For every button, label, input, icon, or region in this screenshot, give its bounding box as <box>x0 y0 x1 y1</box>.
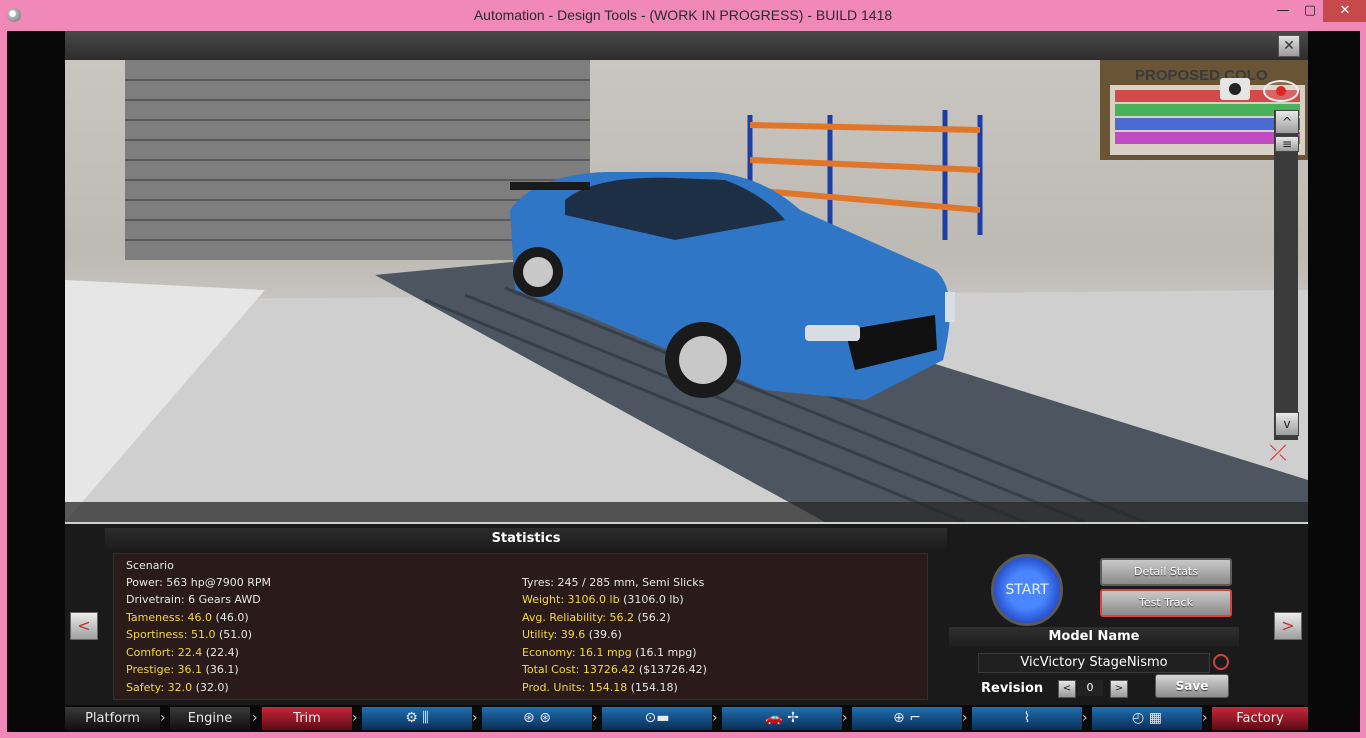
eye-icon[interactable] <box>1263 80 1299 102</box>
revision-value: 0 <box>1077 680 1103 696</box>
reset-name-icon[interactable] <box>1213 654 1229 670</box>
chevron-right-icon: › <box>712 710 718 726</box>
statistics-box: Scenario Power: 563 hp@7900 RPM Drivetra… <box>113 553 928 700</box>
stat-utility: Utility: 39.6 (39.6) <box>522 628 622 641</box>
chevron-right-icon: › <box>592 710 598 726</box>
chevron-right-icon: › <box>962 710 968 726</box>
tab-trim[interactable]: Trim <box>262 707 352 730</box>
stat-total-cost: Total Cost: 13726.42 ($13726.42) <box>522 663 707 676</box>
viewport-bottom-bar <box>65 502 1308 522</box>
save-button[interactable]: Save <box>1155 674 1229 698</box>
rotate-disabled-icon[interactable]: ⤫ <box>1262 442 1294 466</box>
stat-weight: Weight: 3106.0 lb (3106.0 lb) <box>522 593 684 606</box>
camera-icon[interactable] <box>1220 78 1250 100</box>
chevron-right-icon: › <box>352 710 358 726</box>
design-nav-bar: Platform › Engine › Trim › ⚙ ⫼ › ⊛ ⊛ › ⊙… <box>65 705 1308 732</box>
stat-tameness: Tameness: 46.0 (46.0) <box>126 611 249 624</box>
scroll-thumb[interactable]: ≡ <box>1275 136 1299 152</box>
top-strip: ✕ <box>65 31 1308 60</box>
tab-engine[interactable]: Engine <box>170 707 250 730</box>
chevron-right-icon: › <box>842 710 848 726</box>
close-window-button[interactable]: ✕ <box>1323 0 1366 22</box>
window-titlebar: Automation - Design Tools - (WORK IN PRO… <box>0 0 1366 31</box>
stat-reliability: Avg. Reliability: 56.2 (56.2) <box>522 611 671 624</box>
stat-prestige: Prestige: 36.1 (36.1) <box>126 663 239 676</box>
stat-power: Power: 563 hp@7900 RPM <box>126 576 271 589</box>
tab-body[interactable]: 🚗 ✢ <box>722 707 842 730</box>
app-frame: ✕ PROPOSED COLO ^ ≡ v ⤫ < Statistics Sce… <box>7 31 1360 732</box>
tab-chassis[interactable]: ⊙▬ <box>602 707 712 730</box>
stat-scenario: Scenario <box>126 559 174 572</box>
game-area: ✕ PROPOSED COLO ^ ≡ v ⤫ < Statistics Sce… <box>65 31 1308 732</box>
detail-stats-button[interactable]: Detail Stats <box>1100 558 1232 586</box>
garage-scene: PROPOSED COLO <box>65 60 1308 522</box>
tab-wheels[interactable]: ⊛ ⊛ <box>482 707 592 730</box>
steering-seat-icon: ⊕ ⌐ <box>893 710 921 726</box>
stat-safety: Safety: 32.0 (32.0) <box>126 681 229 694</box>
minimize-button[interactable]: — <box>1270 0 1296 22</box>
stat-sportiness: Sportiness: 51.0 (51.0) <box>126 628 253 641</box>
gears-icon: ⚙ ⫼ <box>405 710 429 726</box>
model-name-header: Model Name <box>949 627 1239 647</box>
window-title: Automation - Design Tools - (WORK IN PRO… <box>473 7 893 23</box>
chevron-right-icon: › <box>1202 710 1208 726</box>
chassis-icon: ⊙▬ <box>644 710 670 726</box>
statistics-title: Statistics <box>105 528 947 550</box>
scroll-up-button[interactable]: ^ <box>1275 110 1299 134</box>
bottom-panel: < Statistics Scenario Power: 563 hp@7900… <box>65 522 1308 707</box>
car-body-fan-icon: 🚗 ✢ <box>765 710 799 726</box>
test-track-button[interactable]: Test Track <box>1100 589 1232 617</box>
suspension-icon: ⌇ <box>1023 710 1031 726</box>
stat-drivetrain: Drivetrain: 6 Gears AWD <box>126 593 261 606</box>
tab-suspension[interactable]: ⌇ <box>972 707 1082 730</box>
revision-increase-button[interactable]: > <box>1110 680 1128 698</box>
tab-testing[interactable]: ◴ ▦ <box>1092 707 1202 730</box>
tab-platform[interactable]: Platform <box>65 707 160 730</box>
stat-prod-units: Prod. Units: 154.18 (154.18) <box>522 681 678 694</box>
tab-factory[interactable]: Factory <box>1212 707 1308 730</box>
prev-button[interactable]: < <box>70 612 98 640</box>
stat-economy: Economy: 16.1 mpg (16.1 mpg) <box>522 646 697 659</box>
camera-scrollbar[interactable]: ^ ≡ v <box>1274 110 1299 440</box>
tab-interior[interactable]: ⊕ ⌐ <box>852 707 962 730</box>
scroll-down-button[interactable]: v <box>1275 412 1299 436</box>
next-button[interactable]: > <box>1274 612 1302 640</box>
wheels-icon: ⊛ ⊛ <box>523 710 551 726</box>
speedometer-checker-icon: ◴ ▦ <box>1132 710 1162 726</box>
close-icon[interactable]: ✕ <box>1278 35 1300 57</box>
chevron-right-icon: › <box>160 710 166 726</box>
stat-tyres: Tyres: 245 / 285 mm, Semi Slicks <box>522 576 705 589</box>
revision-decrease-button[interactable]: < <box>1058 680 1076 698</box>
chevron-right-icon: › <box>1082 710 1088 726</box>
tab-gears[interactable]: ⚙ ⫼ <box>362 707 472 730</box>
chevron-right-icon: › <box>472 710 478 726</box>
start-button[interactable]: START <box>991 554 1063 626</box>
maximize-button[interactable]: ▢ <box>1297 0 1323 22</box>
revision-label: Revision <box>981 681 1044 696</box>
stat-comfort: Comfort: 22.4 (22.4) <box>126 646 239 659</box>
car-viewport[interactable]: PROPOSED COLO ^ ≡ v ⤫ <box>65 60 1308 522</box>
start-label: START <box>1005 582 1049 598</box>
model-name-field[interactable]: VicVictory StageNismo <box>978 653 1210 673</box>
chevron-right-icon: › <box>252 710 258 726</box>
